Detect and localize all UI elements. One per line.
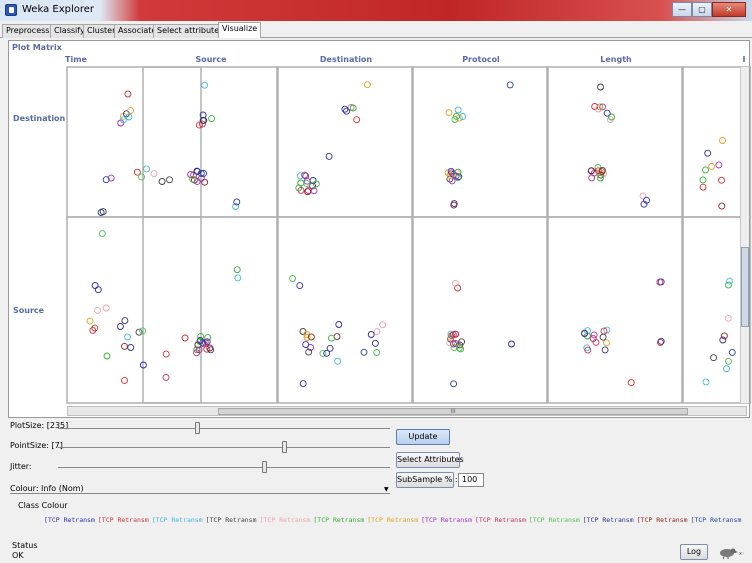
class-colour-label: Class Colour: [18, 501, 68, 510]
update-button[interactable]: Update: [396, 429, 450, 445]
legend-item: [TCP Retransm: [690, 516, 742, 524]
plot-size-slider[interactable]: [58, 428, 390, 429]
legend-item: [TCP Retransm: [259, 516, 311, 524]
maximize-button[interactable]: ▢: [692, 2, 712, 17]
colour-attribute-select[interactable]: Colour: Info (Nom): [10, 484, 390, 494]
legend-item: [TCP Retransm: [582, 516, 634, 524]
chevron-down-icon[interactable]: ▼: [384, 486, 389, 493]
status-bar: Status OK Log x 0: [0, 540, 752, 563]
weka-bird-icon: x 0: [720, 548, 744, 559]
legend-item: [TCP Retransm: [151, 516, 203, 524]
horizontal-scrollbar-thumb[interactable]: III: [218, 408, 688, 415]
title-bar: Weka Explorer — ▢ ✕: [0, 0, 752, 21]
legend-item: [TCP Retransm: [97, 516, 149, 524]
bird-count: x 0: [739, 551, 744, 557]
vertical-scrollbar[interactable]: [740, 67, 749, 403]
tab-visualize[interactable]: Visualize: [218, 22, 262, 38]
jitter-slider-thumb[interactable]: [261, 461, 267, 473]
subsample-input[interactable]: 100: [458, 473, 484, 487]
legend-item: [TCP Retransm: [313, 516, 365, 524]
legend-item: [TCP Retransm: [636, 516, 688, 524]
legend-item: [TCP Retransm: [421, 516, 472, 524]
status-value: OK: [12, 551, 24, 560]
plot-matrix-panel: Plot Matrix Time Source Destination Prot…: [8, 40, 751, 419]
legend-item: [TCP Retransm: [367, 516, 419, 524]
tab-preprocess[interactable]: Preprocess: [2, 24, 54, 38]
legend-item: [TCP Retransm: [205, 516, 257, 524]
minimize-button[interactable]: —: [672, 2, 692, 17]
point-size-slider[interactable]: [58, 447, 390, 448]
plot-controls: PlotSize: [235] PointSize: [7] Jitter: C…: [8, 420, 750, 494]
select-attributes-button[interactable]: Select Attributes: [396, 452, 464, 468]
plot-size-slider-thumb[interactable]: [195, 422, 201, 434]
window-title: Weka Explorer: [22, 4, 95, 15]
point-size-label: PointSize: [7]: [10, 441, 63, 450]
legend-item: [TCP Retransm: [475, 516, 526, 524]
window-controls: — ▢ ✕: [672, 2, 746, 17]
scatter-matrix[interactable]: [9, 41, 751, 419]
legend-item: [TCP Retransm: [528, 516, 580, 524]
horizontal-scrollbar[interactable]: III: [67, 406, 747, 416]
class-colour-panel: Class Colour [TCP Retransm [TCP Retransm[…: [8, 497, 750, 537]
tab-bar: Preprocess Classify Cluster Associate Se…: [0, 21, 752, 38]
class-colour-legend: [TCP Retransm [TCP Retransm [TCP Retransm[…: [44, 516, 744, 524]
legend-item: [TCP Retransm: [44, 516, 95, 524]
weka-app-icon: [5, 4, 17, 16]
log-button[interactable]: Log: [680, 544, 708, 560]
vertical-scrollbar-thumb[interactable]: [741, 247, 749, 327]
status-label: Status: [12, 541, 38, 550]
tab-select-attributes[interactable]: Select attributes: [153, 24, 228, 38]
jitter-slider[interactable]: [58, 467, 390, 468]
close-button[interactable]: ✕: [712, 2, 746, 17]
subsample-button[interactable]: SubSample % :: [396, 472, 458, 488]
point-size-slider-thumb[interactable]: [281, 441, 287, 453]
jitter-label: Jitter:: [10, 462, 32, 471]
